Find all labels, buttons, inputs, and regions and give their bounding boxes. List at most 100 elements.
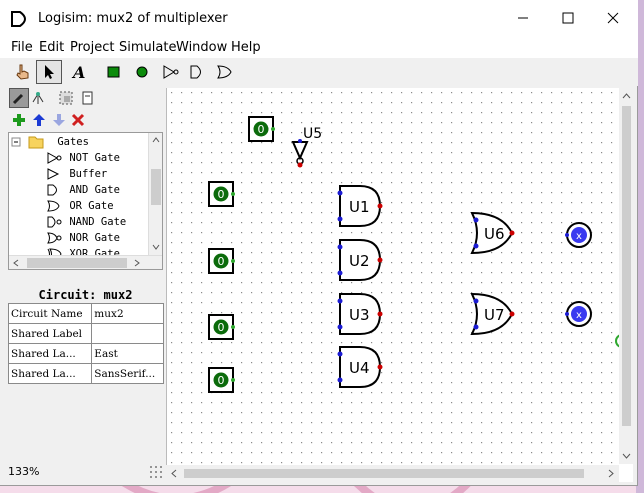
add-or-gate-button[interactable] — [211, 60, 237, 84]
tree-item-label: OR Gate — [69, 200, 114, 212]
output-pin-value: x — [576, 310, 582, 321]
tree-folder-gates[interactable]: Gates — [11, 134, 89, 150]
edit-layout-button[interactable] — [56, 88, 76, 108]
show-toolbox-button[interactable] — [9, 88, 29, 108]
arrow-cursor-icon — [45, 65, 54, 79]
circuit-attributes-title: Circuit: mux2 — [38, 288, 133, 302]
attribute-value[interactable]: SansSerif... — [91, 363, 164, 384]
tree-horizontal-scrollbar[interactable] — [9, 255, 162, 269]
remove-circuit-button[interactable] — [68, 110, 88, 130]
canvas-vertical-scrollbar[interactable] — [619, 88, 634, 464]
scroll-arrows-icon — [622, 93, 631, 459]
wrench-icon — [12, 93, 24, 105]
grid-toggle-icon[interactable] — [148, 464, 164, 480]
move-circuit-down-button[interactable] — [49, 110, 69, 130]
add-input-pin-button[interactable] — [101, 60, 127, 84]
attribute-name: Shared Label — [7, 323, 93, 344]
and-gate[interactable]: U1 — [337, 185, 383, 227]
poke-tool-button[interactable] — [9, 60, 35, 84]
simulation-tree-icon — [32, 92, 44, 104]
input-pin[interactable]: 0 — [208, 314, 235, 340]
grid-background — [167, 88, 620, 464]
output-pin-icon — [136, 66, 148, 78]
tree-vertical-scrollbar[interactable] — [148, 133, 162, 269]
add-output-pin-button[interactable] — [129, 60, 155, 84]
output-pin-value: x — [576, 231, 582, 242]
tree-item-nor-gate[interactable]: NOR Gate — [47, 230, 120, 246]
input-pin-value: 0 — [258, 123, 265, 136]
tree-item-label: NAND Gate — [69, 216, 127, 228]
and-gate[interactable]: U4 — [337, 346, 383, 388]
or-gate-icon — [47, 200, 60, 212]
zoom-level[interactable]: 133% — [8, 465, 39, 478]
input-pin-value: 0 — [218, 188, 225, 201]
tree-item-label: NOT Gate — [69, 152, 120, 164]
and-gate[interactable]: U3 — [337, 293, 383, 335]
folder-icon — [11, 136, 44, 149]
component-tree[interactable]: Gates NOT Gate Buffer AND Gate OR Gate N… — [8, 132, 163, 270]
logisim-app-icon — [11, 11, 26, 27]
tree-item-not-gate[interactable]: NOT Gate — [47, 150, 120, 166]
attribute-name: Shared La... — [7, 363, 93, 384]
select-tool-button[interactable] — [36, 60, 62, 84]
text-icon: A — [71, 63, 85, 81]
gate-label: U7 — [484, 306, 505, 324]
attribute-value[interactable]: East — [91, 343, 164, 364]
circuit-drawing[interactable]: 0 0 0 0 0 U5 U1 U2 U3 U4 U6 U7 x x — [167, 88, 620, 464]
nand-gate-icon — [47, 216, 62, 228]
arrow-up-icon — [33, 114, 45, 126]
attribute-name: Circuit Name — [7, 303, 93, 324]
tree-item-buffer[interactable]: Buffer — [47, 166, 107, 182]
circuit-canvas[interactable]: 0 0 0 0 0 U5 U1 U2 U3 U4 U6 U7 x x — [166, 88, 633, 482]
attribute-row: Shared La... SansSerif... — [7, 363, 164, 384]
menu-project[interactable]: Project — [70, 40, 114, 55]
input-pin[interactable]: 0 — [208, 248, 235, 274]
attribute-name: Shared La... — [7, 343, 93, 364]
add-circuit-button[interactable] — [9, 110, 29, 130]
menu-help[interactable]: Help — [231, 40, 261, 55]
scroll-arrows-icon — [151, 137, 161, 250]
svg-text:A: A — [71, 63, 85, 81]
appearance-icon — [82, 91, 93, 105]
and-gate[interactable]: U2 — [337, 239, 383, 281]
menu-bar: File Edit Project Simulate Window Help — [0, 36, 638, 58]
toolbar: A — [0, 58, 638, 86]
minimize-button[interactable] — [500, 0, 545, 36]
text-tool-button[interactable]: A — [66, 60, 92, 84]
menu-simulate[interactable]: Simulate — [119, 40, 176, 55]
attribute-value[interactable] — [91, 323, 164, 344]
menu-file[interactable]: File — [11, 40, 33, 55]
tree-folder-label: Gates — [57, 136, 89, 148]
add-not-gate-button[interactable] — [157, 60, 183, 84]
canvas-horizontal-scrollbar[interactable] — [166, 465, 619, 482]
show-simulation-tree-button[interactable] — [29, 88, 49, 108]
add-and-gate-button[interactable] — [184, 60, 210, 84]
attribute-row: Shared Label — [7, 323, 164, 344]
and-gate-icon — [190, 65, 201, 79]
input-pin[interactable]: 0 — [208, 367, 235, 393]
input-pin-value: 0 — [218, 374, 225, 387]
menu-window[interactable]: Window — [176, 40, 227, 55]
arrow-down-icon — [53, 114, 65, 126]
attribute-value[interactable]: mux2 — [91, 303, 164, 324]
gate-label: U3 — [349, 306, 370, 324]
edit-appearance-button[interactable] — [77, 88, 97, 108]
move-circuit-up-button[interactable] — [29, 110, 49, 130]
close-icon — [607, 12, 618, 24]
tree-item-and-gate[interactable]: AND Gate — [47, 182, 120, 198]
input-pin[interactable]: 0 — [248, 116, 275, 142]
maximize-button[interactable] — [545, 0, 590, 36]
layout-icon — [59, 91, 73, 105]
maximize-icon — [562, 12, 573, 24]
gate-label: U4 — [349, 359, 370, 377]
nor-gate-icon — [47, 232, 62, 244]
attribute-row: Circuit Name mux2 — [7, 303, 164, 324]
tree-item-or-gate[interactable]: OR Gate — [47, 198, 114, 214]
close-button[interactable] — [590, 0, 635, 36]
gate-label: U5 — [303, 126, 322, 142]
tree-item-nand-gate[interactable]: NAND Gate — [47, 214, 126, 230]
input-pin[interactable]: 0 — [208, 181, 235, 207]
menu-edit[interactable]: Edit — [39, 40, 64, 55]
attribute-table: Circuit Name mux2 Shared Label Shared La… — [7, 303, 164, 384]
input-pin-value: 0 — [218, 255, 225, 268]
